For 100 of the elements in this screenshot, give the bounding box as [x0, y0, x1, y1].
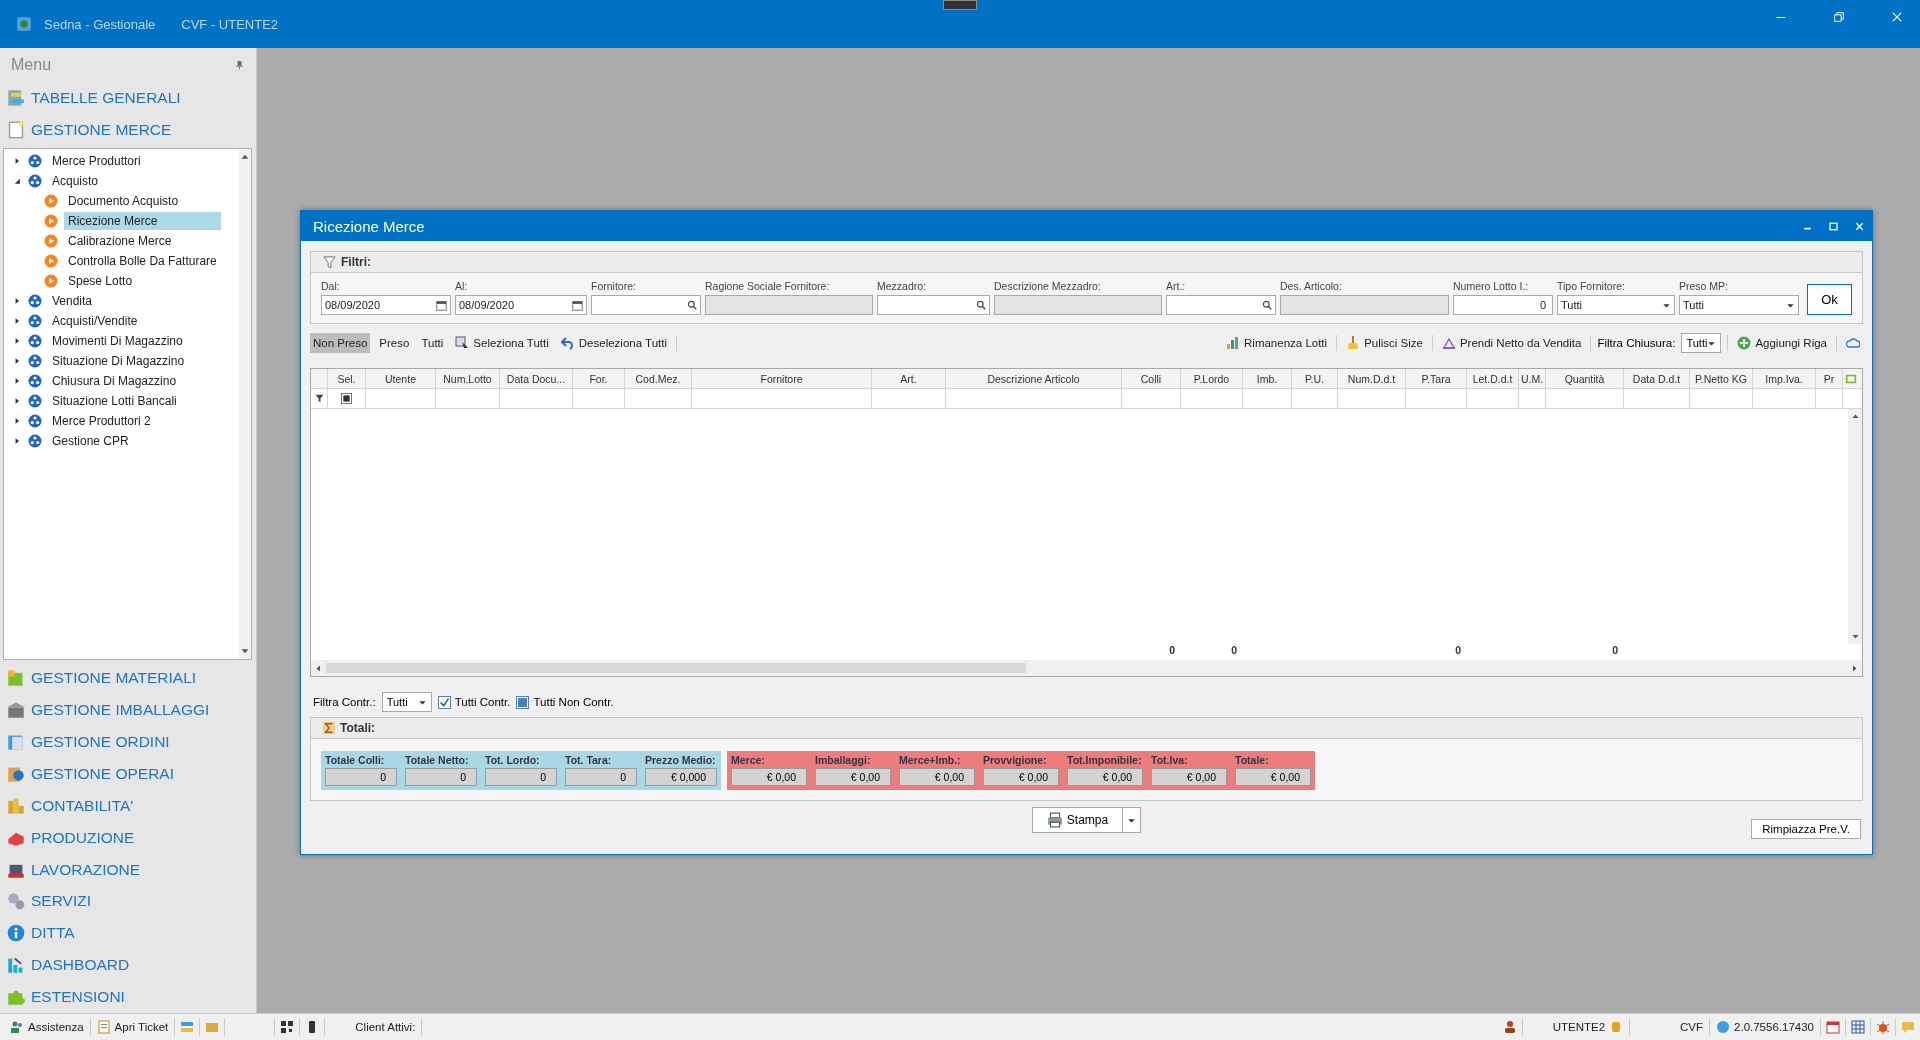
menu-group[interactable]: GESTIONE OPERAI	[0, 758, 256, 790]
column-header[interactable]: P.Netto KG	[1690, 369, 1753, 388]
column-header[interactable]: Imp.Iva.	[1753, 369, 1816, 388]
column-header[interactable]: U.M.	[1519, 369, 1546, 388]
window-handle[interactable]	[943, 0, 977, 10]
select-icon	[455, 336, 470, 350]
total-value: € 0,00	[983, 768, 1059, 786]
tree-item[interactable]: Acquisti/Vendite	[48, 311, 142, 330]
field-label: Dal:	[321, 280, 341, 292]
menu-group[interactable]: DITTA	[0, 917, 256, 950]
menu-group[interactable]: PRODUZIONE	[0, 821, 256, 854]
pin-icon[interactable]	[235, 59, 244, 70]
search-field[interactable]	[877, 295, 990, 315]
column-header[interactable]: P.Tara	[1406, 369, 1467, 388]
bug-icon[interactable]	[1876, 1020, 1890, 1034]
dropdown[interactable]: Tutti	[1679, 295, 1799, 315]
tree-item[interactable]: Movimenti Di Magazzino	[48, 331, 187, 350]
column-header[interactable]: Utente	[366, 369, 436, 388]
ok-button[interactable]: Ok	[1807, 284, 1852, 315]
tree-item[interactable]: Gestione CPR	[48, 431, 133, 450]
coins-icon	[7, 796, 25, 815]
filter-tab[interactable]: Non Preso	[310, 333, 371, 353]
scrollbar[interactable]	[238, 148, 251, 660]
checkbox[interactable]: Tutti Contr.	[437, 695, 511, 709]
menu-group[interactable]: TABELLE GENERALI	[0, 81, 256, 114]
filter-tab[interactable]: Preso	[376, 333, 413, 353]
menu-group[interactable]: SERVIZI	[0, 885, 256, 918]
menu-group[interactable]: GESTIONE IMBALLAGGI	[0, 694, 256, 727]
tree-item[interactable]: Ricezione Merce	[64, 211, 221, 230]
status-button[interactable]: Assistenza	[4, 1018, 91, 1036]
maximize-icon	[1828, 221, 1838, 231]
column-header[interactable]: Num.Lotto	[436, 369, 500, 388]
column-header[interactable]: Art.	[872, 369, 946, 388]
menu-group[interactable]: CONTABILITA'	[0, 789, 256, 822]
dropdown[interactable]: Tutti	[1557, 295, 1675, 315]
qr-code-icon[interactable]	[280, 1020, 295, 1034]
column-header[interactable]: For.	[573, 369, 625, 388]
tree-item[interactable]: Spese Lotto	[64, 271, 137, 290]
number-field[interactable]: 0	[1453, 295, 1553, 315]
column-header[interactable]: Fornitore	[692, 369, 872, 388]
column-header[interactable]: P.Lordo	[1181, 369, 1243, 388]
total-label: Tot.Iva:	[1151, 754, 1189, 766]
deselect-all-button[interactable]: Deseleziona Tutti	[557, 333, 670, 353]
calendar-icon[interactable]	[1826, 1020, 1840, 1034]
total-value: € 0,00	[1235, 768, 1311, 786]
add-row-button[interactable]: Aggiungi Riga	[1734, 333, 1830, 353]
column-header[interactable]: Quantità	[1546, 369, 1624, 388]
tree-item[interactable]: Situazione Lotti Bancali	[48, 391, 181, 410]
tree-item[interactable]: Controlla Bolle Da Fatturare	[64, 251, 221, 270]
menu-group[interactable]: ESTENSIONI	[0, 981, 256, 1013]
dropdown[interactable]: Tutti	[1681, 333, 1722, 353]
calendar-icon	[436, 299, 447, 311]
tree-item[interactable]: Chiusura Di Magazzino	[48, 371, 181, 390]
tree-item[interactable]: Documento Acquisto	[64, 191, 183, 210]
scrollbar[interactable]	[311, 660, 1862, 676]
dropdown[interactable]: Tutti	[381, 692, 432, 712]
status-button[interactable]: Apri Ticket	[90, 1018, 176, 1036]
column-header[interactable]: Pr	[1816, 369, 1843, 388]
check-icon	[438, 696, 450, 708]
tree-item[interactable]: Acquisto	[48, 171, 103, 190]
checkbox-icon[interactable]	[341, 393, 352, 404]
column-header[interactable]: Cod.Mez.	[625, 369, 692, 388]
column-chooser-icon[interactable]	[1845, 372, 1857, 385]
replace-button[interactable]: Rimpiazza Pre.V.	[1751, 819, 1861, 839]
menu-group[interactable]: LAVORAZIONE	[0, 853, 256, 886]
checkbox[interactable]: Tutti Non Contr.	[516, 695, 614, 709]
menu-group[interactable]: GESTIONE MATERIALI	[0, 662, 256, 695]
date-field[interactable]: 08/09/2020	[455, 295, 587, 315]
column-header[interactable]: Let.D.d.t	[1467, 369, 1519, 388]
column-header[interactable]: Data D.d.t	[1624, 369, 1690, 388]
field-label: Fornitore:	[591, 280, 637, 292]
grid-icon[interactable]	[1851, 1020, 1865, 1034]
menu-group[interactable]: DASHBOARD	[0, 949, 256, 982]
column-header[interactable]: Descrizione Articolo	[946, 369, 1122, 388]
column-header[interactable]: Sel.	[328, 369, 366, 388]
menu-group[interactable]: GESTIONE ORDINI	[0, 726, 256, 759]
search-field[interactable]	[1166, 295, 1276, 315]
undo-icon	[560, 336, 575, 350]
scrollbar[interactable]	[1848, 409, 1862, 644]
tree-item[interactable]: Situazione Di Magazzino	[48, 351, 189, 370]
date-field[interactable]: 08/09/2020	[321, 295, 451, 315]
tree-item[interactable]: Merce Produttori	[48, 151, 145, 170]
column-header[interactable]: Num.D.d.t	[1338, 369, 1406, 388]
toolbar-button[interactable]: Prendi Netto da Vendita	[1438, 333, 1585, 353]
stack-icon[interactable]	[180, 1020, 195, 1034]
toolbar-button[interactable]: Pulisci Size	[1343, 333, 1426, 353]
column-header[interactable]: P.U.	[1292, 369, 1338, 388]
filter-tab[interactable]: Tutti	[418, 333, 447, 353]
box-icon	[7, 701, 25, 720]
tree-item[interactable]: Vendita	[48, 291, 97, 310]
folder-icon[interactable]	[205, 1020, 220, 1034]
select-all-button[interactable]: Seleziona Tutti	[452, 333, 552, 353]
tree-item[interactable]: Merce Produttori 2	[48, 411, 155, 430]
menu-group[interactable]: GESTIONE MERCE	[0, 113, 256, 146]
column-header[interactable]: Imb.	[1243, 369, 1292, 388]
toolbar-button[interactable]: Rimanenza Lotti	[1223, 333, 1331, 353]
column-header[interactable]: Colli	[1122, 369, 1181, 388]
search-field[interactable]	[591, 295, 701, 315]
column-header[interactable]: Data Docu...	[500, 369, 573, 388]
tree-item[interactable]: Calibrazione Merce	[64, 231, 176, 250]
